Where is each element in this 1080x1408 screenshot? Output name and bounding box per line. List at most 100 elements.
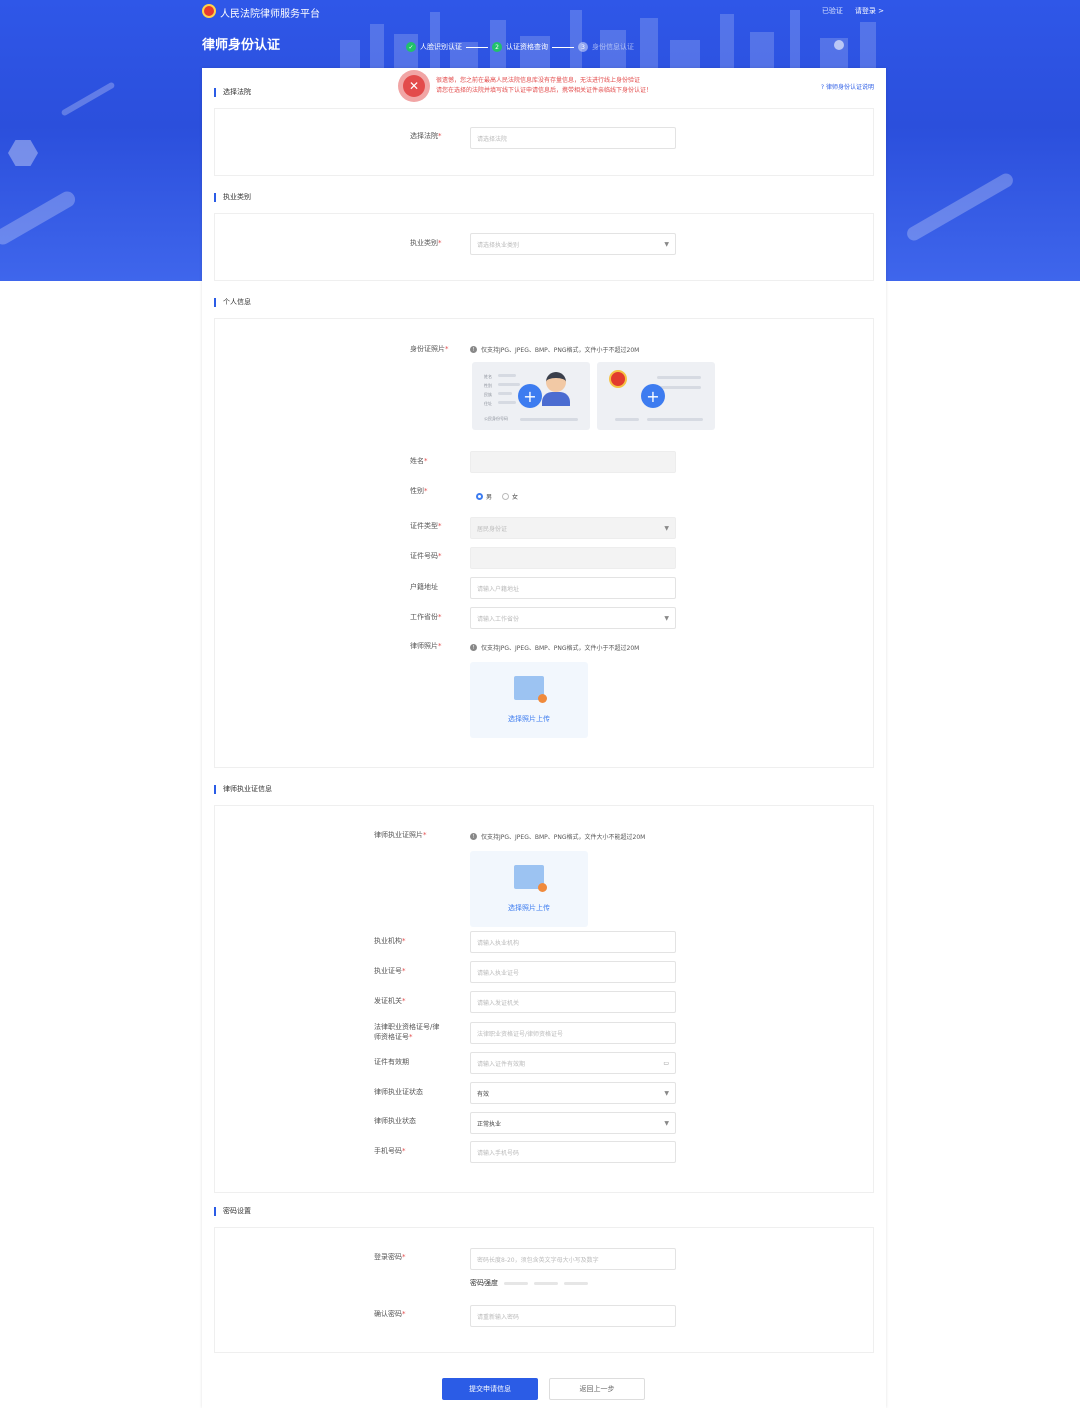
province-select[interactable]: 请输入工作省份 ▼ xyxy=(470,607,676,629)
chevron-down-icon: ▼ xyxy=(664,614,669,622)
chevron-down-icon: ▼ xyxy=(664,524,669,532)
id-front-upload[interactable]: 姓名 性别 民族 住址 公民身份号码 + xyxy=(472,362,590,430)
top-bar: 人民法院律师服务平台 已验证 请登录 > xyxy=(0,0,1080,24)
page-title: 律师身份认证 xyxy=(202,38,281,53)
calendar-icon: ▭ xyxy=(663,1059,669,1067)
password-input[interactable]: 密码长度8-20，须包含英文字母大小写及数字 xyxy=(470,1248,676,1270)
id-number-caption: 公民身份号码 xyxy=(484,416,508,421)
practice-label: 执业类别* xyxy=(410,239,442,247)
light-streak-decoration xyxy=(60,81,116,117)
cert-no-label: 证件号码* xyxy=(410,552,442,560)
court-label: 选择法院* xyxy=(410,132,442,140)
license-status-label: 律师执业证状态 xyxy=(374,1088,423,1096)
step-connector xyxy=(552,46,574,48)
qualification-label: 法律职业资格证号/律 师资格证号* xyxy=(374,1023,440,1041)
org-label: 执业机构* xyxy=(374,937,406,945)
verified-link[interactable]: 已验证 xyxy=(822,6,843,16)
add-icon: + xyxy=(641,384,665,408)
step-done-icon: ✓ xyxy=(406,42,416,52)
submit-button[interactable]: 提交申请信息 xyxy=(442,1378,538,1400)
valid-period-input[interactable]: 请输入证件有效期 ▭ xyxy=(470,1052,676,1074)
light-streak-decoration xyxy=(904,170,1016,244)
step-label: 人脸识别认证 xyxy=(420,43,462,51)
hexagon-decoration xyxy=(8,140,38,166)
step-connector xyxy=(466,46,488,48)
file-hint: ! 仅支持JPG、JPEG、BMP、PNG格式，文件小于不超过20M xyxy=(470,643,639,652)
section-title-practice: 执业类别 xyxy=(214,193,251,202)
file-hint: ! 仅支持JPG、JPEG、BMP、PNG格式，文件大小不能超过20M xyxy=(470,832,645,841)
license-no-input[interactable]: 请输入执业证号 xyxy=(470,961,676,983)
step-label: 身份信息认证 xyxy=(592,43,634,51)
file-hint: ! 仅支持JPG、JPEG、BMP、PNG格式，文件小于不超过20M xyxy=(470,345,639,354)
image-upload-icon xyxy=(514,865,547,892)
id-back-upload[interactable]: + xyxy=(597,362,715,430)
practice-status-label: 律师执业状态 xyxy=(374,1117,416,1125)
site-title: 人民法院律师服务平台 xyxy=(220,9,320,20)
section-title-license: 律师执业证信息 xyxy=(214,785,272,794)
phone-input[interactable]: 请输入手机号码 xyxy=(470,1141,676,1163)
form-card: ✕ 很遗憾，您之前在最高人民法院信息库没有存量信息，无法进行线上身份验证 请您在… xyxy=(202,68,886,1408)
practice-status-select[interactable]: 正常执业 ▼ xyxy=(470,1112,676,1134)
address-label: 户籍地址 xyxy=(410,583,438,591)
chevron-down-icon: ▼ xyxy=(664,1119,669,1127)
info-icon: ! xyxy=(470,346,477,353)
banner-dot-decoration xyxy=(834,40,844,50)
gender-radio-male[interactable]: 男 xyxy=(476,492,492,501)
id-photo-label: 身份证照片* xyxy=(410,345,449,353)
error-alert: ✕ 很遗憾，您之前在最高人民法院信息库没有存量信息，无法进行线上身份验证 请您在… xyxy=(398,70,652,102)
practice-select[interactable]: 请选择执业类别 ▼ xyxy=(470,233,676,255)
court-emblem-icon xyxy=(202,4,216,18)
license-status-select[interactable]: 有效 ▼ xyxy=(470,1082,676,1104)
info-icon: ! xyxy=(470,644,477,651)
license-no-label: 执业证号* xyxy=(374,967,406,975)
phone-label: 手机号码* xyxy=(374,1147,406,1155)
step-todo-icon: 3 xyxy=(578,42,588,52)
back-button[interactable]: 返回上一步 xyxy=(549,1378,645,1400)
court-input[interactable]: 请选择法院 xyxy=(470,127,676,149)
chevron-down-icon: ▼ xyxy=(664,1089,669,1097)
confirm-password-label: 确认密码* xyxy=(374,1310,406,1318)
alert-line: 请您在选择的法院并填写线下认证申请信息后，携带相关证件亲临线下身份认证！ xyxy=(436,87,653,94)
section-title-password: 密码设置 xyxy=(214,1207,251,1216)
light-streak-decoration xyxy=(0,188,78,248)
add-icon: + xyxy=(518,384,542,408)
license-photo-upload[interactable]: 选择照片上传 xyxy=(470,851,588,927)
progress-steps: ✓ 人脸识别认证 2 认证资格查询 3 身份信息认证 xyxy=(406,40,634,54)
qualification-input[interactable]: 法律职业资格证号/律师资格证号 xyxy=(470,1022,676,1044)
info-icon: ! xyxy=(470,833,477,840)
step-label: 认证资格查询 xyxy=(506,43,548,51)
step-current-icon: 2 xyxy=(492,42,502,52)
help-link[interactable]: ? 律师身份认证说明 xyxy=(821,82,874,91)
password-label: 登录密码* xyxy=(374,1253,406,1261)
section-password xyxy=(214,1227,874,1353)
lawyer-photo-upload[interactable]: 选择照片上传 xyxy=(470,662,588,738)
name-input[interactable] xyxy=(470,451,676,473)
section-title-personal: 个人信息 xyxy=(214,298,251,307)
cert-no-input[interactable] xyxy=(470,547,676,569)
avatar-icon xyxy=(546,372,566,392)
section-title-court: 选择法院 xyxy=(214,88,251,97)
question-icon: ? xyxy=(820,84,825,91)
image-upload-icon xyxy=(514,676,547,703)
chevron-down-icon: ▼ xyxy=(664,240,669,248)
gender-radio-female[interactable]: 女 xyxy=(502,492,518,501)
issuer-label: 发证机关* xyxy=(374,997,406,1005)
lawyer-photo-label: 律师照片* xyxy=(410,642,442,650)
cert-type-select[interactable]: 居民身份证 ▼ xyxy=(470,517,676,539)
address-input[interactable]: 请输入户籍地址 xyxy=(470,577,676,599)
valid-period-label: 证件有效期 xyxy=(374,1058,409,1066)
cert-type-label: 证件类型* xyxy=(410,522,442,530)
national-emblem-icon xyxy=(609,370,627,388)
license-photo-label: 律师执业证照片* xyxy=(374,831,427,839)
password-strength: 密码强度 xyxy=(470,1278,588,1288)
name-label: 姓名* xyxy=(410,457,428,465)
confirm-password-input[interactable]: 请重新输入密码 xyxy=(470,1305,676,1327)
gender-label: 性别* xyxy=(410,487,428,495)
issuer-input[interactable]: 请输入发证机关 xyxy=(470,991,676,1013)
shield-error-icon: ✕ xyxy=(398,70,430,102)
org-input[interactable]: 请输入执业机构 xyxy=(470,931,676,953)
province-label: 工作省份* xyxy=(410,613,442,621)
login-link[interactable]: 请登录 > xyxy=(855,6,884,16)
top-right-links: 已验证 请登录 > xyxy=(822,6,884,16)
alert-line: 很遗憾，您之前在最高人民法院信息库没有存量信息，无法进行线上身份验证 xyxy=(436,77,641,84)
